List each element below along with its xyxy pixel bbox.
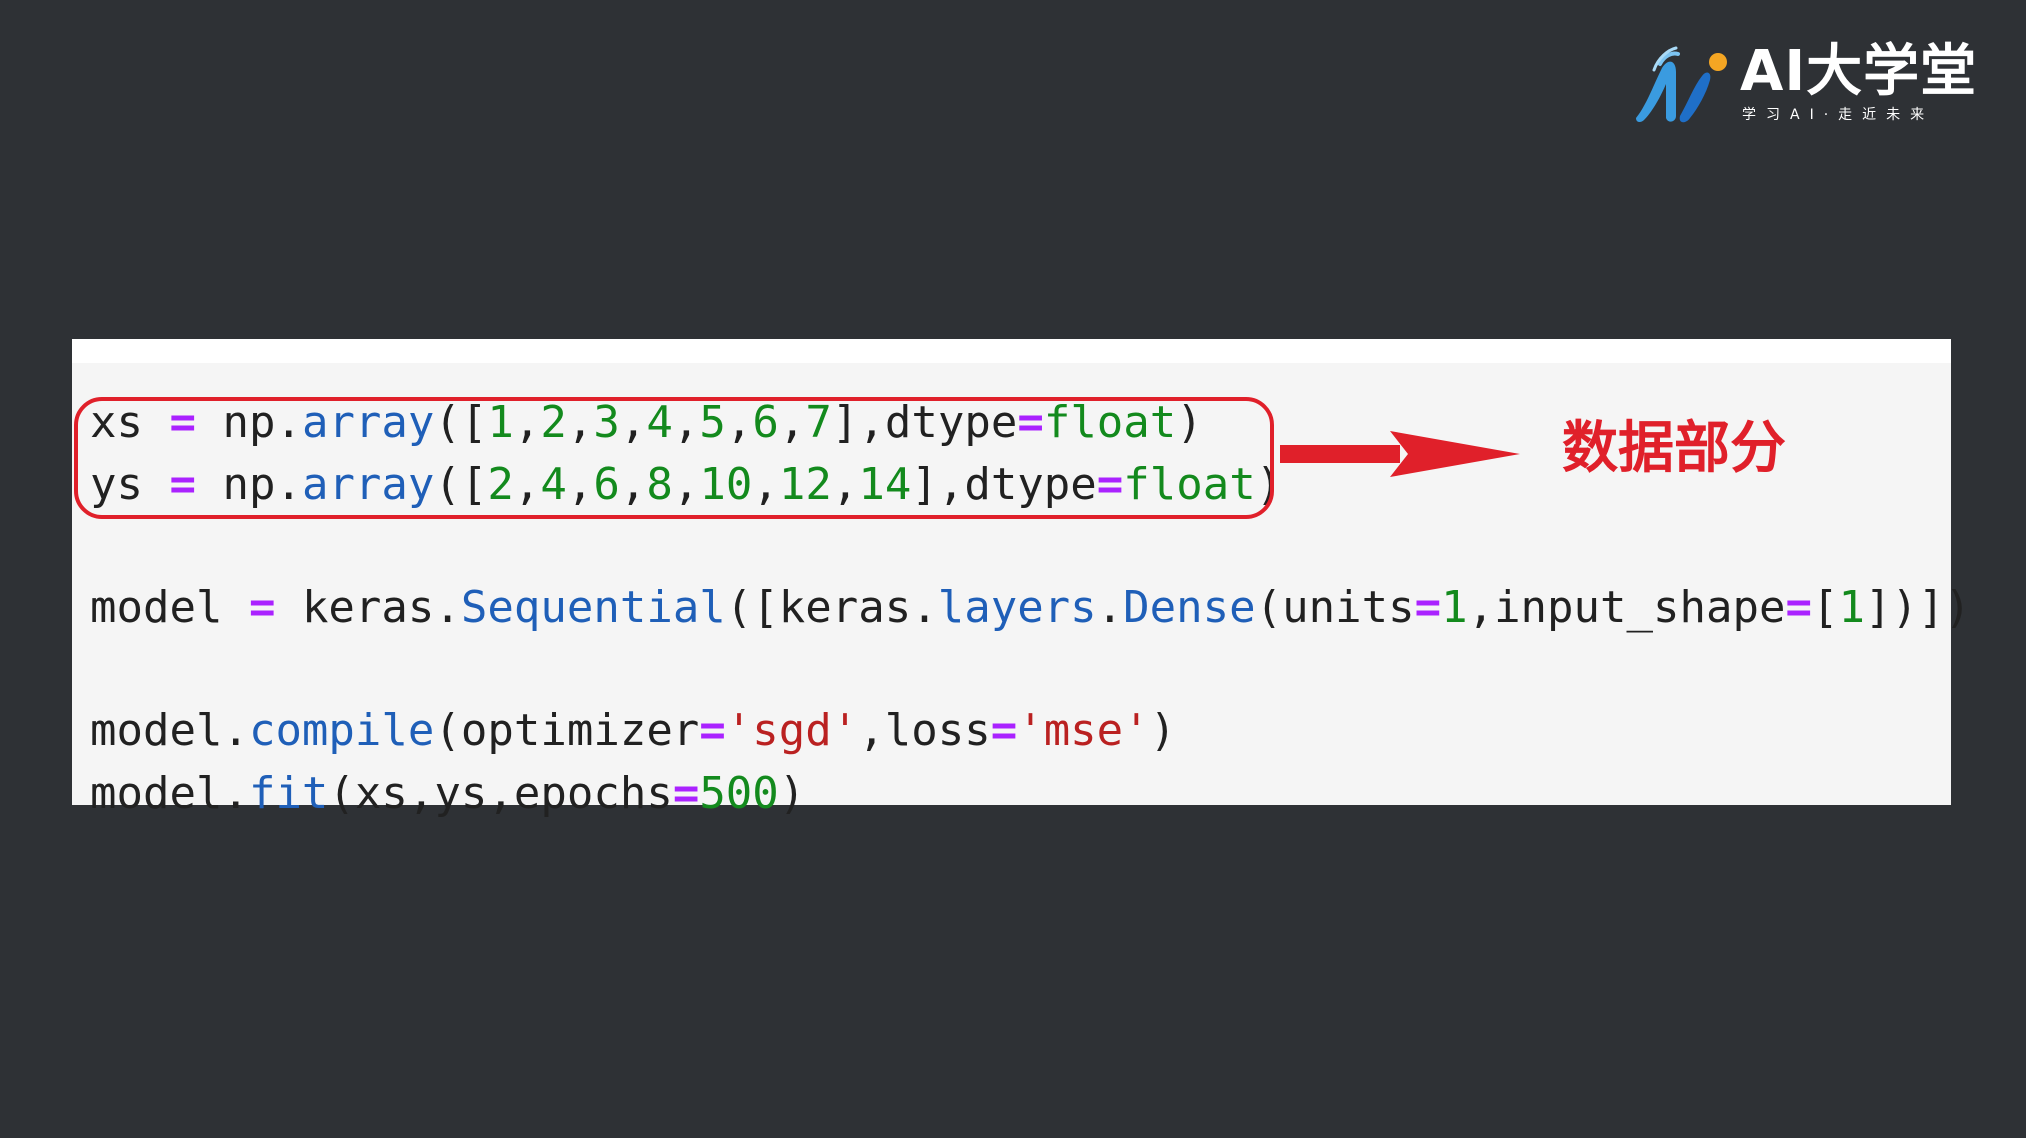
code-line-fit: model.fit(xs,ys,epochs=500) <box>90 766 805 822</box>
code-function: layers <box>937 582 1097 633</box>
code-text: ) <box>778 768 806 819</box>
code-text: ,input_shape <box>1467 582 1786 633</box>
code-line-compile: model.compile(optimizer='sgd',loss='mse'… <box>90 703 1176 759</box>
code-text: ([keras. <box>725 582 938 633</box>
brand-title: AI大学堂 <box>1740 39 1978 104</box>
code-operator: = <box>990 705 1018 756</box>
code-block: xs = np.array([1,2,3,4,5,6,7],dtype=floa… <box>72 363 1971 819</box>
code-operator: = <box>672 768 700 819</box>
code-text: model <box>90 582 249 633</box>
code-operator: = <box>699 705 726 756</box>
brand-logo: AI大学堂 学习AI·走近未来 <box>1632 40 1982 130</box>
code-operator: = <box>1785 582 1812 633</box>
code-function: Sequential <box>460 582 726 633</box>
code-string: 'mse' <box>1017 705 1150 756</box>
code-operator: = <box>248 582 276 633</box>
code-function: compile <box>248 705 435 756</box>
code-screenshot-panel: xs = np.array([1,2,3,4,5,6,7],dtype=floa… <box>72 339 1971 819</box>
code-text: (units <box>1255 582 1415 633</box>
code-text: model. <box>90 768 249 819</box>
code-text: model. <box>90 705 249 756</box>
code-operator: = <box>1414 582 1442 633</box>
code-text: (xs,ys,epochs <box>328 768 673 819</box>
code-text: ) <box>1149 705 1177 756</box>
code-literal: 500 <box>699 768 779 819</box>
arrow-right-icon <box>1280 431 1520 477</box>
code-text: (optimizer <box>434 705 700 756</box>
code-literal: 1 <box>1441 582 1468 633</box>
data-section-label: 数据部分 <box>1562 416 1786 481</box>
code-function: fit <box>248 768 329 819</box>
code-text: ])]) <box>1864 582 1971 633</box>
code-string: 'sgd' <box>725 705 859 756</box>
code-text: . <box>1096 582 1124 633</box>
ai-swoosh-logo-icon <box>1636 46 1727 123</box>
code-line-model: model = keras.Sequential([keras.layers.D… <box>90 580 1971 636</box>
code-function: Dense <box>1123 582 1256 633</box>
data-section-highlight <box>74 397 1274 519</box>
code-text: [ <box>1811 582 1839 633</box>
code-text: ,loss <box>858 705 991 756</box>
code-literal: 1 <box>1838 582 1865 633</box>
code-text: keras. <box>275 582 461 633</box>
brand-slogan: 学习AI·走近未来 <box>1742 107 1935 123</box>
